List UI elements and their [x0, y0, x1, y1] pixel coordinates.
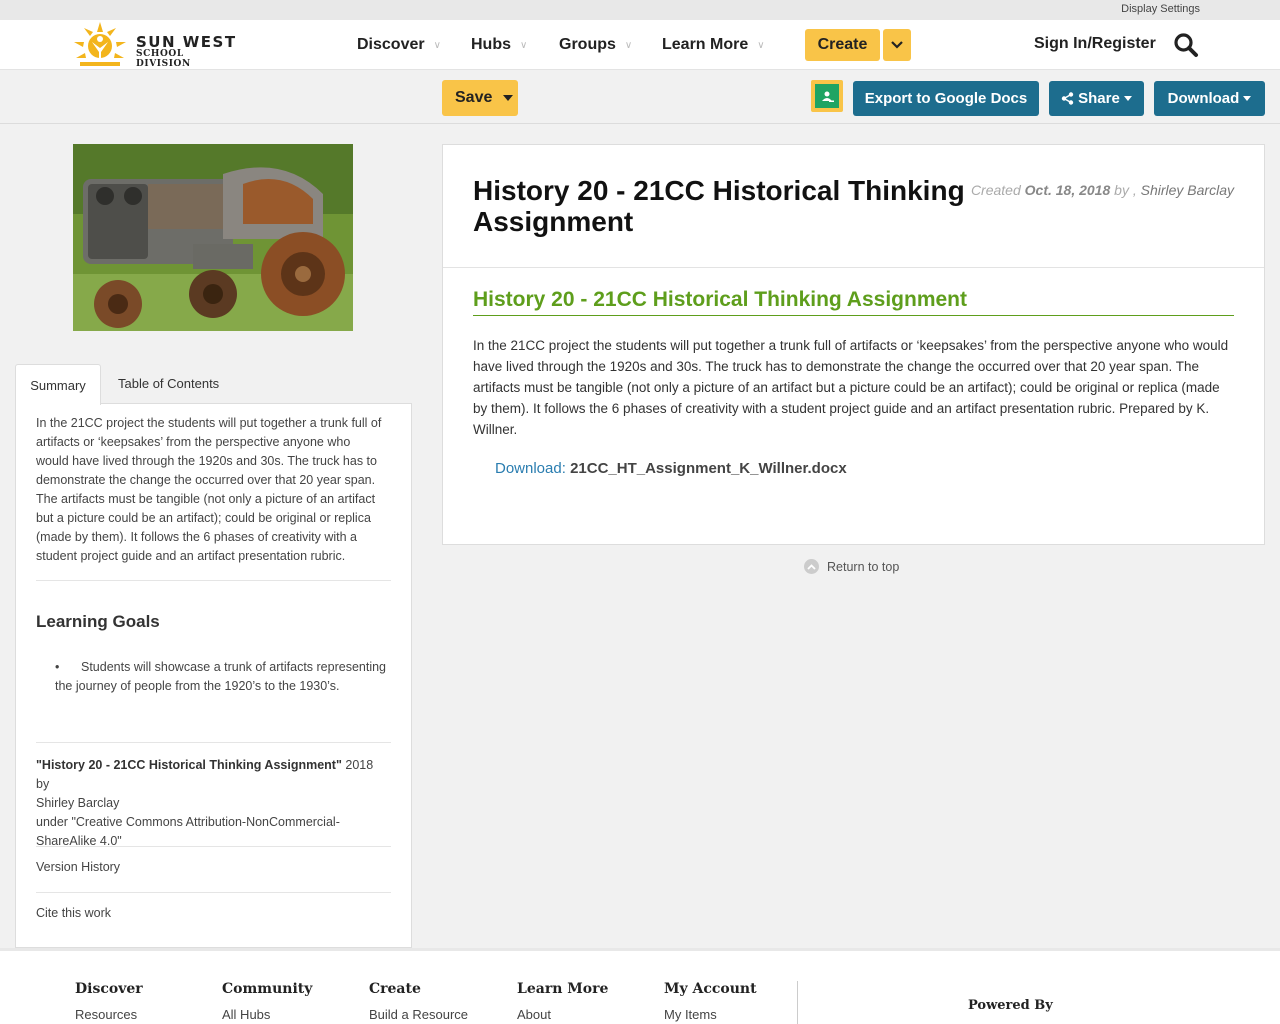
sun-logo-icon [74, 22, 126, 66]
cite-this-work-link[interactable]: Cite this work [36, 906, 111, 920]
learning-goals-heading: Learning Goals [36, 612, 160, 631]
created-date: Oct. 18, 2018 [1024, 182, 1111, 198]
attribution-work-title[interactable]: "History 20 - 21CC Historical Thinking A… [36, 758, 342, 772]
powered-by-label: Powered By [968, 998, 1053, 1013]
footer-col-learn-more: Learn More About [517, 981, 608, 1022]
divider [36, 580, 391, 581]
classroom-person-icon [822, 91, 834, 102]
site-footer: Discover Resources Community All Hubs Cr… [0, 948, 1280, 1024]
nav-discover[interactable]: Discover ∨ [357, 20, 441, 70]
footer-col-my-account: My Account My Items [664, 981, 757, 1022]
attribution-license[interactable]: under "Creative Commons Attribution-NonC… [36, 815, 340, 848]
tab-summary[interactable]: Summary [15, 364, 101, 405]
utility-bar: Display Settings [0, 0, 1280, 20]
return-to-top-label: Return to top [827, 559, 900, 574]
save-label: Save [455, 89, 493, 106]
share-label: Share [1078, 90, 1120, 107]
divider [36, 846, 391, 847]
footer-heading: Learn More [517, 981, 609, 997]
chevron-down-icon: ∨ [520, 39, 528, 51]
footer-heading: Discover [75, 981, 143, 997]
share-icon [1061, 92, 1074, 105]
attribution: "History 20 - 21CC Historical Thinking A… [36, 756, 386, 851]
nav-learn-more-label: Learn More [662, 36, 749, 53]
google-classroom-icon[interactable] [811, 80, 843, 112]
save-button[interactable]: Save [442, 80, 518, 116]
sign-in-register-link[interactable]: Sign In/Register [1034, 35, 1156, 53]
resource-body: In the 21CC project the students will pu… [473, 338, 1229, 437]
nav-hubs-label: Hubs [471, 36, 511, 53]
sun-west-logo[interactable]: SUN WEST SCHOOL DIVISION [70, 20, 240, 69]
download-button[interactable]: Download [1154, 81, 1265, 116]
bullet-icon: • [55, 660, 60, 674]
footer-col-create: Create Build a Resource [369, 981, 468, 1022]
chevron-down-icon: ∨ [624, 39, 633, 51]
export-google-docs-button[interactable]: Export to Google Docs [853, 81, 1039, 116]
footer-col-discover: Discover Resources [75, 981, 143, 1022]
footer-divider [797, 981, 798, 1024]
summary-text: In the 21CC project the students will pu… [36, 416, 382, 563]
share-button[interactable]: Share [1049, 81, 1144, 116]
search-icon[interactable] [1173, 32, 1199, 58]
file-download-link[interactable]: Download: 21CC_HT_Assignment_K_Willner.d… [495, 460, 847, 477]
nav-groups[interactable]: Groups ∨ [559, 20, 632, 70]
nav-learn-more[interactable]: Learn More ∨ [662, 20, 765, 70]
divider [36, 892, 391, 893]
caret-down-icon [1123, 96, 1132, 101]
download-prefix: Download: [495, 460, 566, 477]
footer-link[interactable]: My Items [664, 1007, 757, 1022]
divider [36, 742, 391, 743]
logo-line-2: SCHOOL DIVISION [136, 49, 191, 69]
rusty-tractor-image [73, 144, 353, 331]
resource-meta: Created Oct. 18, 2018 by , Shirley Barcl… [971, 182, 1234, 198]
resource-toolbar: Save Export to Google Docs Share Downloa… [0, 71, 1280, 124]
chevron-down-icon: ∨ [433, 39, 441, 51]
divider [443, 267, 1264, 268]
caret-down-icon [503, 95, 514, 101]
footer-col-community: Community All Hubs [222, 981, 312, 1022]
resource-title: History 20 - 21CC Historical Thinking As… [473, 175, 965, 237]
author-link[interactable]: Shirley Barclay [1141, 182, 1234, 198]
download-filename: 21CC_HT_Assignment_K_Willner.docx [570, 460, 847, 477]
footer-link[interactable]: Resources [75, 1007, 143, 1022]
attribution-author[interactable]: Shirley Barclay [36, 796, 119, 810]
footer-heading: My Account [664, 981, 757, 997]
footer-heading: Community [222, 981, 313, 997]
nav-groups-label: Groups [559, 36, 616, 53]
footer-link[interactable]: All Hubs [222, 1007, 312, 1022]
learning-goal-text: Students will showcase a trunk of artifa… [55, 660, 387, 693]
version-history-link[interactable]: Version History [36, 860, 120, 874]
chevron-down-icon [891, 41, 903, 49]
return-to-top-link[interactable]: Return to top [804, 559, 899, 574]
arrow-up-icon [804, 559, 819, 574]
footer-link[interactable]: About [517, 1007, 608, 1022]
created-by: by , [1114, 182, 1137, 198]
footer-heading: Create [369, 981, 421, 997]
display-settings-link[interactable]: Display Settings [1121, 3, 1200, 15]
tab-table-of-contents[interactable]: Table of Contents [118, 376, 219, 391]
section-heading: History 20 - 21CC Historical Thinking As… [473, 288, 1234, 316]
created-prefix: Created [970, 182, 1021, 198]
footer-link[interactable]: Build a Resource [369, 1007, 468, 1022]
resource-card: History 20 - 21CC Historical Thinking As… [442, 144, 1265, 545]
nav-hubs[interactable]: Hubs ∨ [471, 20, 527, 70]
nav-discover-label: Discover [357, 36, 425, 53]
download-label: Download [1167, 90, 1240, 107]
sidebar-panel: In the 21CC project the students will pu… [15, 403, 412, 948]
caret-down-icon [1243, 96, 1252, 101]
chevron-down-icon: ∨ [757, 39, 765, 51]
create-button[interactable]: Create [805, 29, 880, 61]
learning-goal-item: • Students will showcase a trunk of arti… [55, 658, 390, 696]
create-dropdown-button[interactable] [883, 29, 911, 61]
resource-thumbnail [73, 144, 353, 331]
site-header: SUN WEST SCHOOL DIVISION Discover ∨ Hubs… [0, 20, 1280, 70]
